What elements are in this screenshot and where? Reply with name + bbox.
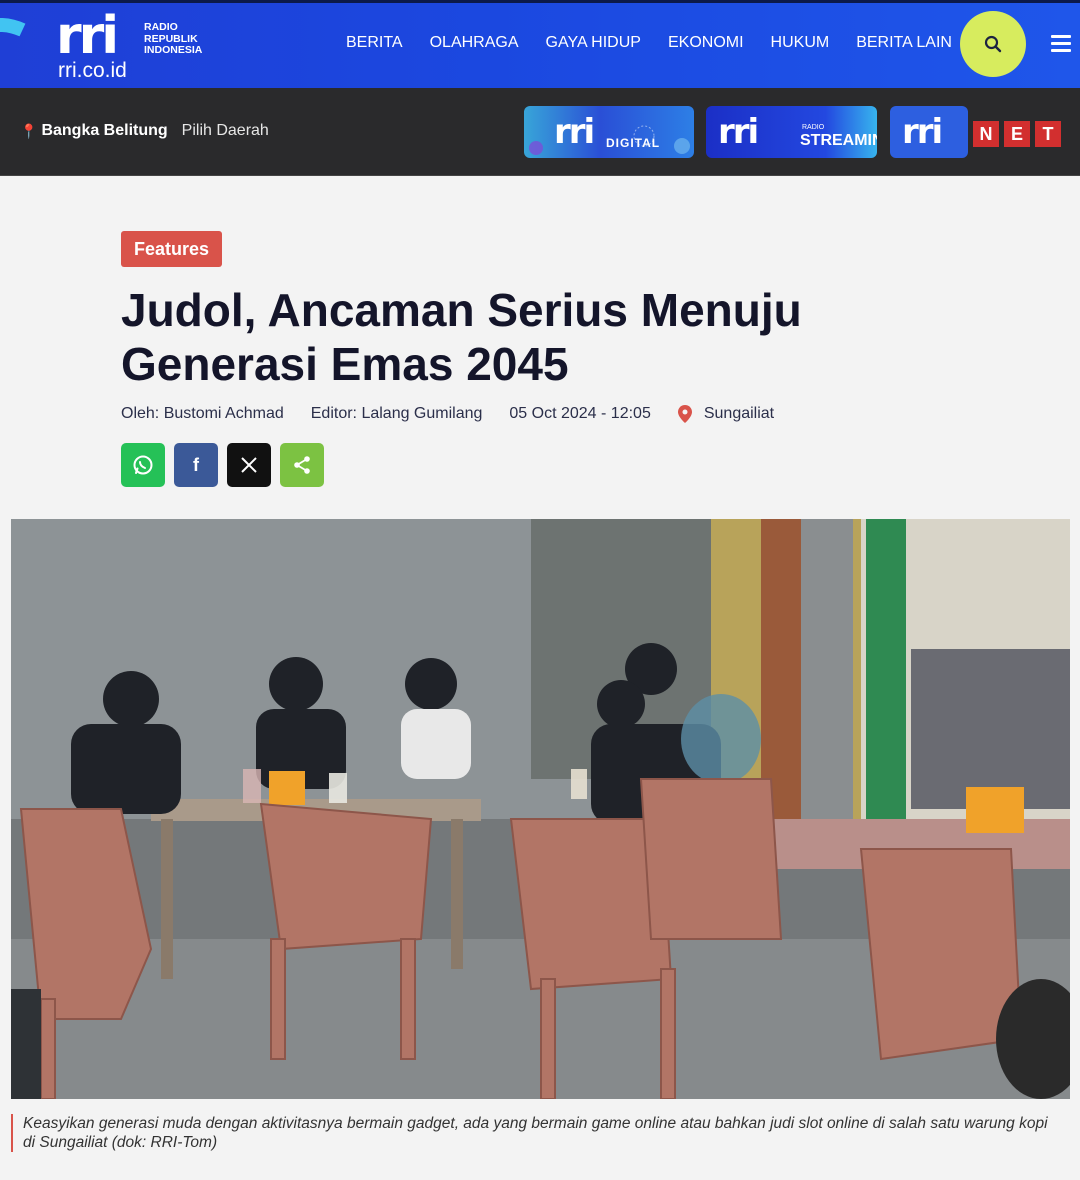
location-pin-icon <box>677 405 692 423</box>
nav-item-olahraga[interactable]: OLAHRAGA <box>430 34 519 52</box>
share-generic-button[interactable] <box>280 443 324 487</box>
net-letter: E <box>1004 121 1030 147</box>
share-x-button[interactable] <box>227 443 271 487</box>
nav-item-gaya-hidup[interactable]: GAYA HIDUP <box>546 34 641 52</box>
share-facebook-button[interactable]: f <box>174 443 218 487</box>
article-editor: Editor: Lalang Gumilang <box>310 405 483 422</box>
nav-item-berita[interactable]: BERITA <box>346 34 403 52</box>
search-button[interactable] <box>960 11 1026 77</box>
hamburger-menu-button[interactable] <box>1051 35 1071 53</box>
share-whatsapp-button[interactable] <box>121 443 165 487</box>
share-buttons: f <box>121 443 324 487</box>
rri-logo[interactable]: rri RADIO REPUBLIK INDONESIA rri.co.id <box>56 10 226 84</box>
category-badge[interactable]: Features <box>121 231 223 267</box>
article-meta: Oleh: Bustomi Achmad Editor: Lalang Gumi… <box>121 405 828 423</box>
x-icon <box>241 457 257 473</box>
nav-item-ekonomi[interactable]: EKONOMI <box>668 34 744 52</box>
facebook-icon: f <box>193 454 199 475</box>
main-nav: BERITA OLAHRAGA GAYA HIDUP EKONOMI HUKUM… <box>346 34 979 52</box>
rri-digital-decoration <box>529 125 690 155</box>
article-datetime: 05 Oct 2024 - 12:05 <box>509 405 651 422</box>
logo-subtitle: RADIO REPUBLIK INDONESIA <box>144 21 203 57</box>
rri-digital-logo: rri <box>554 112 595 152</box>
logo-domain: rri.co.id <box>58 59 127 82</box>
rri-net-logo: rri <box>902 112 943 152</box>
rri-digital-button[interactable]: rri DIGITAL <box>524 106 694 158</box>
net-letter: T <box>1035 121 1061 147</box>
image-caption: Keasyikan generasi muda dengan aktivitas… <box>11 1114 1051 1152</box>
rri-streaming-button[interactable]: rri RADIO STREAMING <box>706 106 877 158</box>
rri-streaming-radio-label: RADIO <box>802 124 825 131</box>
article-title: Judol, Ancaman Serius Menuju Generasi Em… <box>121 283 921 391</box>
logo-mark: rri <box>56 6 119 66</box>
location-pin-icon: 📍 <box>20 122 38 139</box>
rri-net-button[interactable]: rri <box>890 106 968 158</box>
rri-streaming-logo: rri <box>718 112 759 152</box>
region-bar: 📍 Bangka Belitung Pilih Daerah rri DIGIT… <box>0 88 1080 176</box>
article-title-line: Generasi Emas 2045 <box>121 338 569 390</box>
nav-item-hukum[interactable]: HUKUM <box>771 34 830 52</box>
logo-subtitle-line: INDONESIA <box>144 44 203 56</box>
logo-subtitle-line: RADIO <box>144 21 178 33</box>
nav-item-berita-lain[interactable]: BERITA LAIN <box>856 34 952 52</box>
net-letter: N <box>973 121 999 147</box>
article-image <box>11 519 1070 1099</box>
article-location: Sungailiat <box>677 405 801 423</box>
hamburger-menu-icon <box>1051 35 1071 38</box>
region-selector[interactable]: 📍 Bangka Belitung Pilih Daerah <box>20 122 269 140</box>
site-header: rri RADIO REPUBLIK INDONESIA rri.co.id B… <box>0 0 1080 88</box>
rri-streaming-label: STREAMING <box>800 132 877 149</box>
share-icon <box>294 456 310 474</box>
pick-region-link[interactable]: Pilih Daerah <box>182 122 269 140</box>
article-image-illustration <box>11 519 1070 1099</box>
hamburger-menu-icon-bar <box>1051 42 1071 45</box>
hamburger-menu-icon-bar <box>1051 49 1071 52</box>
rri-digital-label: DIGITAL <box>606 136 661 150</box>
current-region: Bangka Belitung <box>41 122 168 139</box>
rri-net-wordmark[interactable]: N E T <box>973 121 1061 147</box>
header-top-stripe <box>0 0 1080 3</box>
search-icon <box>984 35 1002 53</box>
article-location-text: Sungailiat <box>703 405 775 422</box>
article-title-line: Judol, Ancaman Serius Menuju <box>121 284 802 336</box>
whatsapp-icon <box>133 455 153 475</box>
article-author: Oleh: Bustomi Achmad <box>121 405 284 422</box>
